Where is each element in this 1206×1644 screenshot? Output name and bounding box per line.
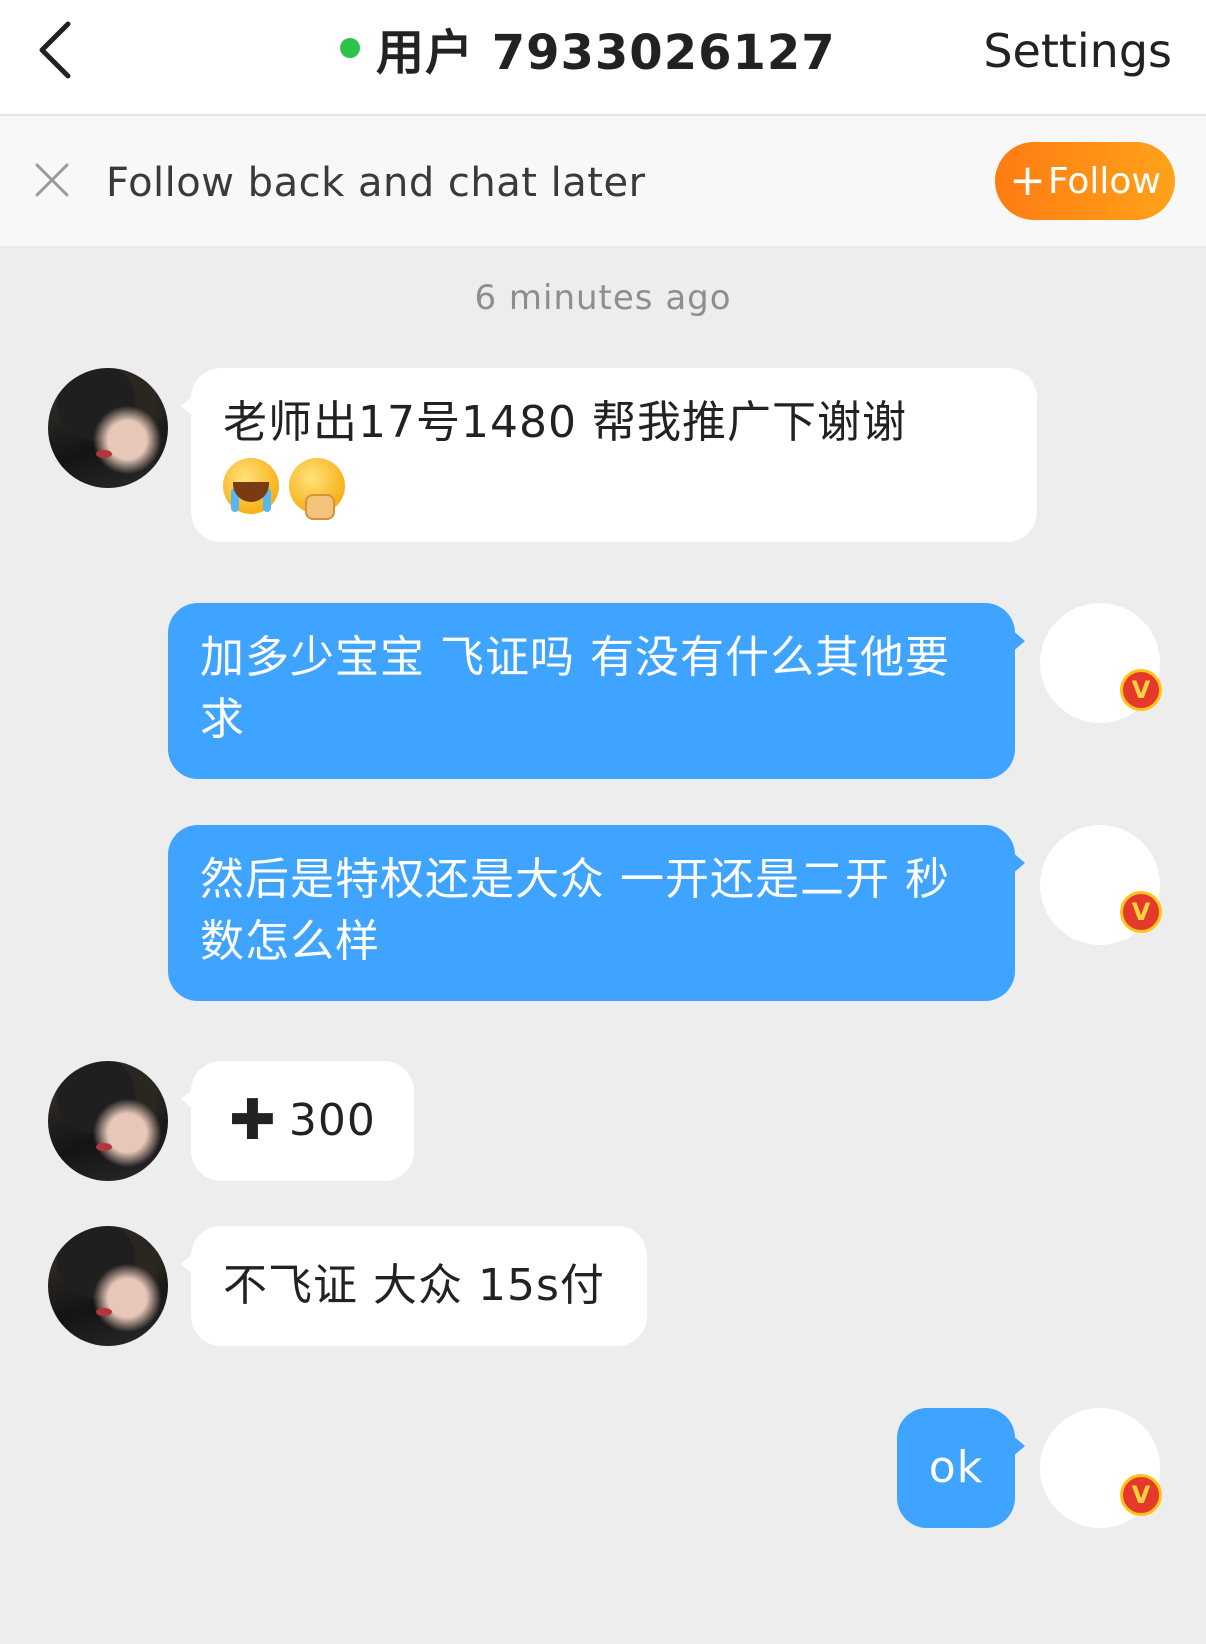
contact-avatar[interactable] [48,1061,168,1181]
loudly-crying-face-icon [223,458,279,514]
verified-v-badge-icon: V [1120,891,1162,933]
close-icon [35,163,69,197]
online-status-dot [340,38,360,58]
contact-avatar[interactable] [48,368,168,488]
follow-prompt-text: Follow back and chat later [106,160,646,206]
message-text: 300 [288,1095,376,1146]
message-bubble-incoming[interactable]: 老师出17号1480 帮我推广下谢谢 [181,368,1037,542]
message-bubble-outgoing[interactable]: 然后是特权还是大众 一开还是二开 秒数怎么样 [168,825,1025,1001]
follow-button[interactable]: + Follow [995,142,1175,220]
my-avatar[interactable]: V [1040,825,1162,945]
plus-icon: + [1009,155,1046,206]
message-text: 加多少宝宝 飞证吗 有没有什么其他要求 [200,632,950,745]
chevron-left-icon [39,21,71,79]
message-bubble-outgoing[interactable]: ok [897,1408,1025,1528]
contact-avatar[interactable] [48,1226,168,1346]
message-text: 老师出17号1480 帮我推广下谢谢 [223,397,907,448]
close-follow-prompt-button[interactable] [34,162,70,198]
plus-icon: ✚ [229,1088,277,1153]
message-bubble-outgoing[interactable]: 加多少宝宝 飞证吗 有没有什么其他要求 [168,603,1025,779]
back-button[interactable] [28,18,92,82]
message-text: 不飞证 大众 15s付 [223,1260,605,1311]
follow-button-label: Follow [1047,160,1161,202]
face-with-hand-over-mouth-icon [289,458,345,520]
message-timestamp: 6 minutes ago [474,278,732,318]
message-bubble-incoming[interactable]: ✚ 300 [181,1061,414,1181]
my-avatar[interactable]: V [1040,1408,1162,1528]
my-avatar[interactable]: V [1040,603,1162,723]
message-bubble-incoming[interactable]: 不飞证 大众 15s付 [181,1226,647,1346]
emoji-row [223,458,1005,520]
message-text: ok [928,1442,984,1493]
chat-title: 用户 7933026127 [340,18,836,81]
verified-v-badge-icon: V [1120,1474,1162,1516]
settings-button[interactable]: Settings [983,24,1172,78]
chat-title-text: 用户 7933026127 [376,25,836,81]
verified-v-badge-icon: V [1120,669,1162,711]
message-text: 然后是特权还是大众 一开还是二开 秒数怎么样 [200,854,950,967]
